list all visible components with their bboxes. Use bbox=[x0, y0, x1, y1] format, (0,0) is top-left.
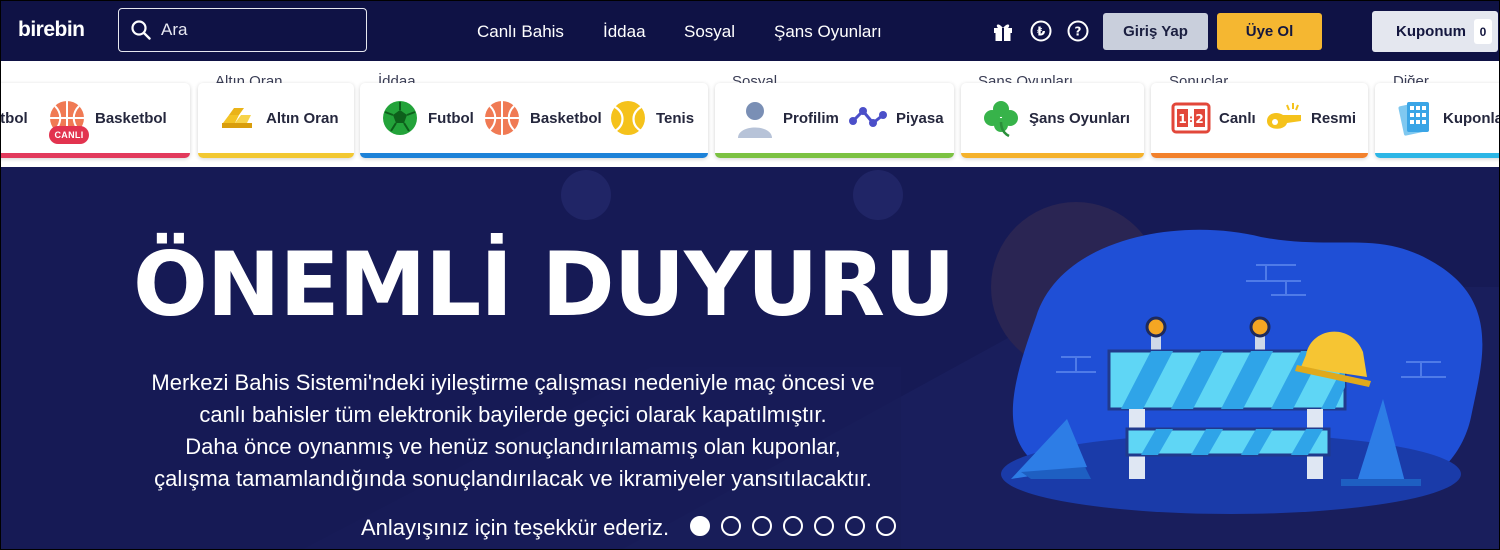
group-sosyal: Sosyal Profilim Piyasa bbox=[715, 61, 955, 167]
card-altin-oran: Altın Oran bbox=[198, 83, 354, 158]
carousel-dot[interactable] bbox=[814, 516, 834, 536]
carousel-dot[interactable] bbox=[690, 516, 710, 536]
search-input[interactable] bbox=[161, 20, 351, 40]
group-sans-oyunlari: Şans Oyunları Şans Oyunları bbox=[961, 61, 1145, 167]
nav-iddaa[interactable]: İddaa bbox=[603, 22, 646, 42]
whistle-icon bbox=[1263, 98, 1303, 138]
football-icon bbox=[380, 98, 420, 138]
item-iddaa-basketbol[interactable]: Basketbol bbox=[482, 97, 602, 139]
search-icon bbox=[131, 20, 151, 40]
item-label: Basketbol bbox=[530, 109, 602, 127]
card-sonuclar: 1 2 : Canlı Resmi bbox=[1151, 83, 1368, 158]
svg-text:?: ? bbox=[1075, 25, 1082, 39]
svg-text:2: 2 bbox=[1195, 112, 1203, 126]
svg-text::: : bbox=[1189, 114, 1193, 125]
group-diger: Diğer Kuponla bbox=[1375, 61, 1500, 167]
item-label: Canlı bbox=[1219, 109, 1256, 127]
item-label: Basketbol bbox=[95, 109, 167, 127]
group-live: utbol Basketbol bbox=[0, 61, 191, 167]
gold-bars-icon bbox=[218, 98, 258, 138]
nav-canli-bahis[interactable]: Canlı Bahis bbox=[477, 22, 564, 42]
card-iddaa: Futbol Basketbol Tenis bbox=[360, 83, 708, 158]
coupon-button[interactable]: Kuponum 0 bbox=[1372, 11, 1498, 52]
item-iddaa-futbol[interactable]: Futbol bbox=[380, 97, 474, 139]
item-label: Tenis bbox=[656, 109, 695, 127]
svg-text:₺: ₺ bbox=[1037, 25, 1046, 39]
item-sosyal-piyasa[interactable]: Piyasa bbox=[848, 97, 944, 139]
banner-headline: ÖNEMLİ DUYURU bbox=[133, 233, 955, 336]
clover-icon bbox=[981, 98, 1021, 138]
group-altin-oran: Altın Oran Altın Oran bbox=[198, 61, 355, 167]
carousel-dot[interactable] bbox=[721, 516, 741, 536]
group-sonuclar: Sonuçlar 1 2 : Canlı Resmi bbox=[1151, 61, 1369, 167]
item-sans-oyunlari[interactable]: Şans Oyunları bbox=[981, 97, 1130, 139]
banner-line-1: Merkezi Bahis Sistemi'ndeki iyileştirme … bbox=[151, 370, 875, 395]
help-icon[interactable]: ? bbox=[1067, 20, 1089, 42]
announcement-banner[interactable]: ÖNEMLİ DUYURU Merkezi Bahis Sistemi'ndek… bbox=[0, 167, 1500, 550]
lira-coin-icon[interactable]: ₺ bbox=[1030, 20, 1052, 42]
carousel-dot[interactable] bbox=[783, 516, 803, 536]
item-label: Resmi bbox=[1311, 109, 1357, 127]
nav-sans-oyunlari[interactable]: Şans Oyunları bbox=[774, 22, 882, 42]
banner-line-3: Daha önce oynanmış ve henüz sonuçlandırı… bbox=[185, 434, 841, 459]
card-color-bar bbox=[198, 153, 354, 158]
coupon-count-badge: 0 bbox=[1474, 19, 1492, 44]
item-diger-kuponla[interactable]: Kuponla bbox=[1395, 97, 1500, 139]
item-sosyal-profilim[interactable]: Profilim bbox=[735, 97, 839, 139]
network-icon bbox=[848, 98, 888, 138]
item-label: Futbol bbox=[428, 109, 474, 127]
profile-icon bbox=[735, 98, 775, 138]
item-label: Altın Oran bbox=[266, 109, 339, 127]
carousel-pagination bbox=[690, 516, 896, 536]
basketball-icon bbox=[482, 98, 522, 138]
item-label: Şans Oyunları bbox=[1029, 109, 1130, 127]
login-button[interactable]: Giriş Yap bbox=[1103, 13, 1208, 50]
card-sosyal: Profilim Piyasa bbox=[715, 83, 954, 158]
item-sonuclar-canli[interactable]: 1 2 : Canlı bbox=[1171, 97, 1256, 139]
item-label: Piyasa bbox=[896, 109, 944, 127]
gift-icon[interactable] bbox=[992, 20, 1014, 42]
carousel-dot[interactable] bbox=[752, 516, 772, 536]
item-altin-oran[interactable]: Altın Oran bbox=[218, 97, 339, 139]
card-color-bar bbox=[715, 153, 954, 158]
search-box[interactable] bbox=[118, 8, 367, 52]
item-label: Kuponla bbox=[1443, 109, 1500, 127]
banner-body-text: Merkezi Bahis Sistemi'ndeki iyileştirme … bbox=[113, 367, 913, 495]
nav-sosyal[interactable]: Sosyal bbox=[684, 22, 735, 42]
item-sonuclar-resmi[interactable]: Resmi bbox=[1263, 97, 1356, 139]
card-color-bar bbox=[1151, 153, 1368, 158]
card-color-bar bbox=[1375, 153, 1499, 158]
birebin-logo[interactable]: birebin bbox=[18, 18, 85, 42]
coupon-icon bbox=[1395, 98, 1435, 138]
svg-text:1: 1 bbox=[1178, 112, 1186, 126]
banner-thanks: Anlayışınız için teşekkür ederiz. bbox=[361, 515, 670, 540]
card-color-bar bbox=[961, 153, 1144, 158]
group-iddaa: İddaa Futbol Basketbol Tenis bbox=[360, 61, 709, 167]
live-badge: CANLI bbox=[49, 126, 89, 144]
item-label: Profilim bbox=[783, 109, 839, 127]
scoreboard-icon: 1 2 : bbox=[1171, 98, 1211, 138]
item-live-futbol[interactable]: utbol bbox=[0, 97, 28, 139]
signup-button[interactable]: Üye Ol bbox=[1217, 13, 1322, 50]
top-header: birebin Canlı Bahis İddaa Sosyal Şans Oy… bbox=[0, 0, 1500, 61]
item-label: utbol bbox=[0, 109, 28, 127]
card-color-bar bbox=[360, 153, 708, 158]
card-diger: Kuponla bbox=[1375, 83, 1500, 158]
carousel-dot[interactable] bbox=[876, 516, 896, 536]
coupon-label: Kuponum bbox=[1396, 23, 1466, 40]
card-sans-oyunlari: Şans Oyunları bbox=[961, 83, 1144, 158]
tennis-ball-icon bbox=[608, 98, 648, 138]
banner-line-4: çalışma tamamlandığında sonuçlandırılaca… bbox=[154, 466, 872, 491]
carousel-dot[interactable] bbox=[845, 516, 865, 536]
category-strip: utbol Basketbol CANLI Altın Oran bbox=[0, 61, 1500, 167]
card-color-bar bbox=[1, 153, 190, 158]
card-live: utbol Basketbol bbox=[0, 83, 190, 158]
item-iddaa-tenis[interactable]: Tenis bbox=[608, 97, 694, 139]
banner-line-2: canlı bahisler tüm elektronik bayilerde … bbox=[199, 402, 827, 427]
